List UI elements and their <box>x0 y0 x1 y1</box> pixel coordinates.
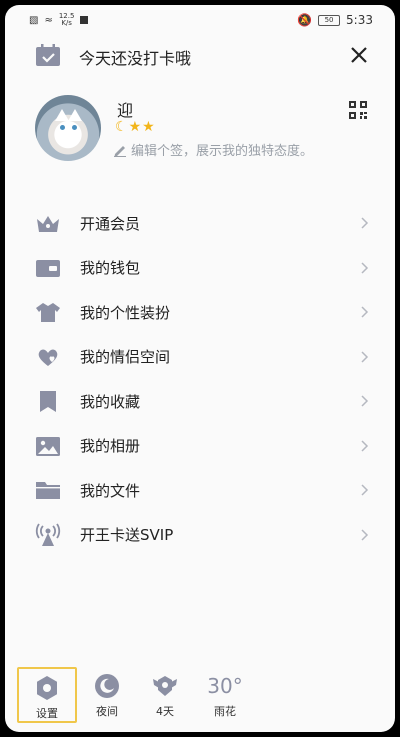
signal-tower-icon <box>35 523 61 546</box>
weather-button[interactable]: 30° 雨花 <box>195 667 255 723</box>
pencil-icon <box>114 145 126 157</box>
close-icon[interactable] <box>345 41 373 69</box>
menu-label: 开王卡送SVIP <box>80 526 174 545</box>
gear-icon <box>37 676 57 700</box>
menu-item-vip[interactable]: 开通会员 <box>5 201 395 246</box>
moon-icon: ☾ <box>115 119 128 135</box>
calendar-check-icon[interactable] <box>35 43 61 67</box>
night-mode-button[interactable]: 夜间 <box>77 667 137 723</box>
profile-section: 迎 ☾ ★ ★ 编辑个签，展示我的独特态度。 <box>5 95 395 165</box>
menu-item-favorites[interactable]: 我的收藏 <box>5 379 395 424</box>
level-badges[interactable]: ☾ ★ ★ <box>115 119 155 135</box>
weather-location: 雨花 <box>214 705 236 718</box>
bottom-bar: 设置 夜间 4天 30° 雨花 <box>5 663 395 725</box>
chevron-right-icon <box>361 440 369 452</box>
tshirt-icon <box>36 303 60 323</box>
wallet-icon <box>36 259 60 277</box>
menu-label: 我的情侣空间 <box>80 348 171 367</box>
star-icon: ★ <box>142 119 155 135</box>
chevron-right-icon <box>361 306 369 318</box>
menu-item-files[interactable]: 我的文件 <box>5 468 395 513</box>
weather-temperature: 30° <box>207 674 243 698</box>
checkin-prompt[interactable]: 今天还没打卡哦 <box>79 45 191 69</box>
clock: 5:33 <box>346 13 373 27</box>
chevron-right-icon <box>361 262 369 274</box>
menu-item-wallet[interactable]: 我的钱包 <box>5 246 395 291</box>
notification-icon <box>80 16 89 24</box>
menu-item-album[interactable]: 我的相册 <box>5 424 395 469</box>
moon-icon <box>95 674 119 698</box>
status-bar: ▧ ≈ 12.5 K/s 🔕 50 5:33 <box>5 5 395 35</box>
settings-button[interactable]: 设置 <box>17 667 77 723</box>
qr-code-icon[interactable] <box>349 101 367 119</box>
status-left: ▧ ≈ 12.5 K/s <box>29 13 89 27</box>
winged-badge-icon <box>153 676 177 696</box>
menu-label: 我的个性装扮 <box>80 303 171 322</box>
menu-label: 开通会员 <box>80 214 141 233</box>
chevron-right-icon <box>361 395 369 407</box>
folder-icon <box>36 482 60 500</box>
signature-text: 编辑个签，展示我的独特态度。 <box>131 144 314 159</box>
signature-edit[interactable]: 编辑个签，展示我的独特态度。 <box>113 140 313 159</box>
battery-icon: 50 <box>318 14 341 26</box>
menu-label: 我的文件 <box>80 481 141 500</box>
photo-icon <box>36 436 60 456</box>
days-label: 4天 <box>156 705 174 718</box>
chevron-right-icon <box>361 217 369 229</box>
menu-label: 我的收藏 <box>80 392 141 411</box>
chevron-right-icon <box>361 529 369 541</box>
chevron-right-icon <box>361 484 369 496</box>
checkin-days-button[interactable]: 4天 <box>135 667 195 723</box>
drawer-screen: ▧ ≈ 12.5 K/s 🔕 50 5:33 今天还没打卡哦 迎 ☾ ★ ★ 编… <box>5 5 395 732</box>
bookmark-icon <box>40 391 56 413</box>
settings-label: 设置 <box>36 707 58 720</box>
menu-item-king-card[interactable]: 开王卡送SVIP <box>5 513 395 558</box>
sim-icon: ▧ <box>29 14 39 26</box>
menu-label: 我的相册 <box>80 437 141 456</box>
star-icon: ★ <box>128 119 142 135</box>
avatar[interactable] <box>35 95 101 161</box>
header: 今天还没打卡哦 <box>5 35 395 75</box>
crown-icon <box>37 216 59 233</box>
username[interactable]: 迎 <box>117 97 133 121</box>
wifi-icon: ≈ <box>44 14 53 26</box>
hearts-icon <box>38 349 58 366</box>
night-label: 夜间 <box>96 705 118 718</box>
chevron-right-icon <box>361 351 369 363</box>
status-right: 🔕 50 5:33 <box>297 13 373 27</box>
menu-label: 我的钱包 <box>80 259 141 278</box>
menu-list: 开通会员 我的钱包 我的个性装扮 我的情侣空间 我的收藏 我的相册 我的文件 开… <box>5 201 395 557</box>
mute-icon: 🔕 <box>297 13 313 27</box>
menu-item-dressup[interactable]: 我的个性装扮 <box>5 290 395 335</box>
network-speed: 12.5 K/s <box>59 13 75 27</box>
menu-item-couple-space[interactable]: 我的情侣空间 <box>5 335 395 380</box>
net-speed-unit: K/s <box>61 19 72 27</box>
